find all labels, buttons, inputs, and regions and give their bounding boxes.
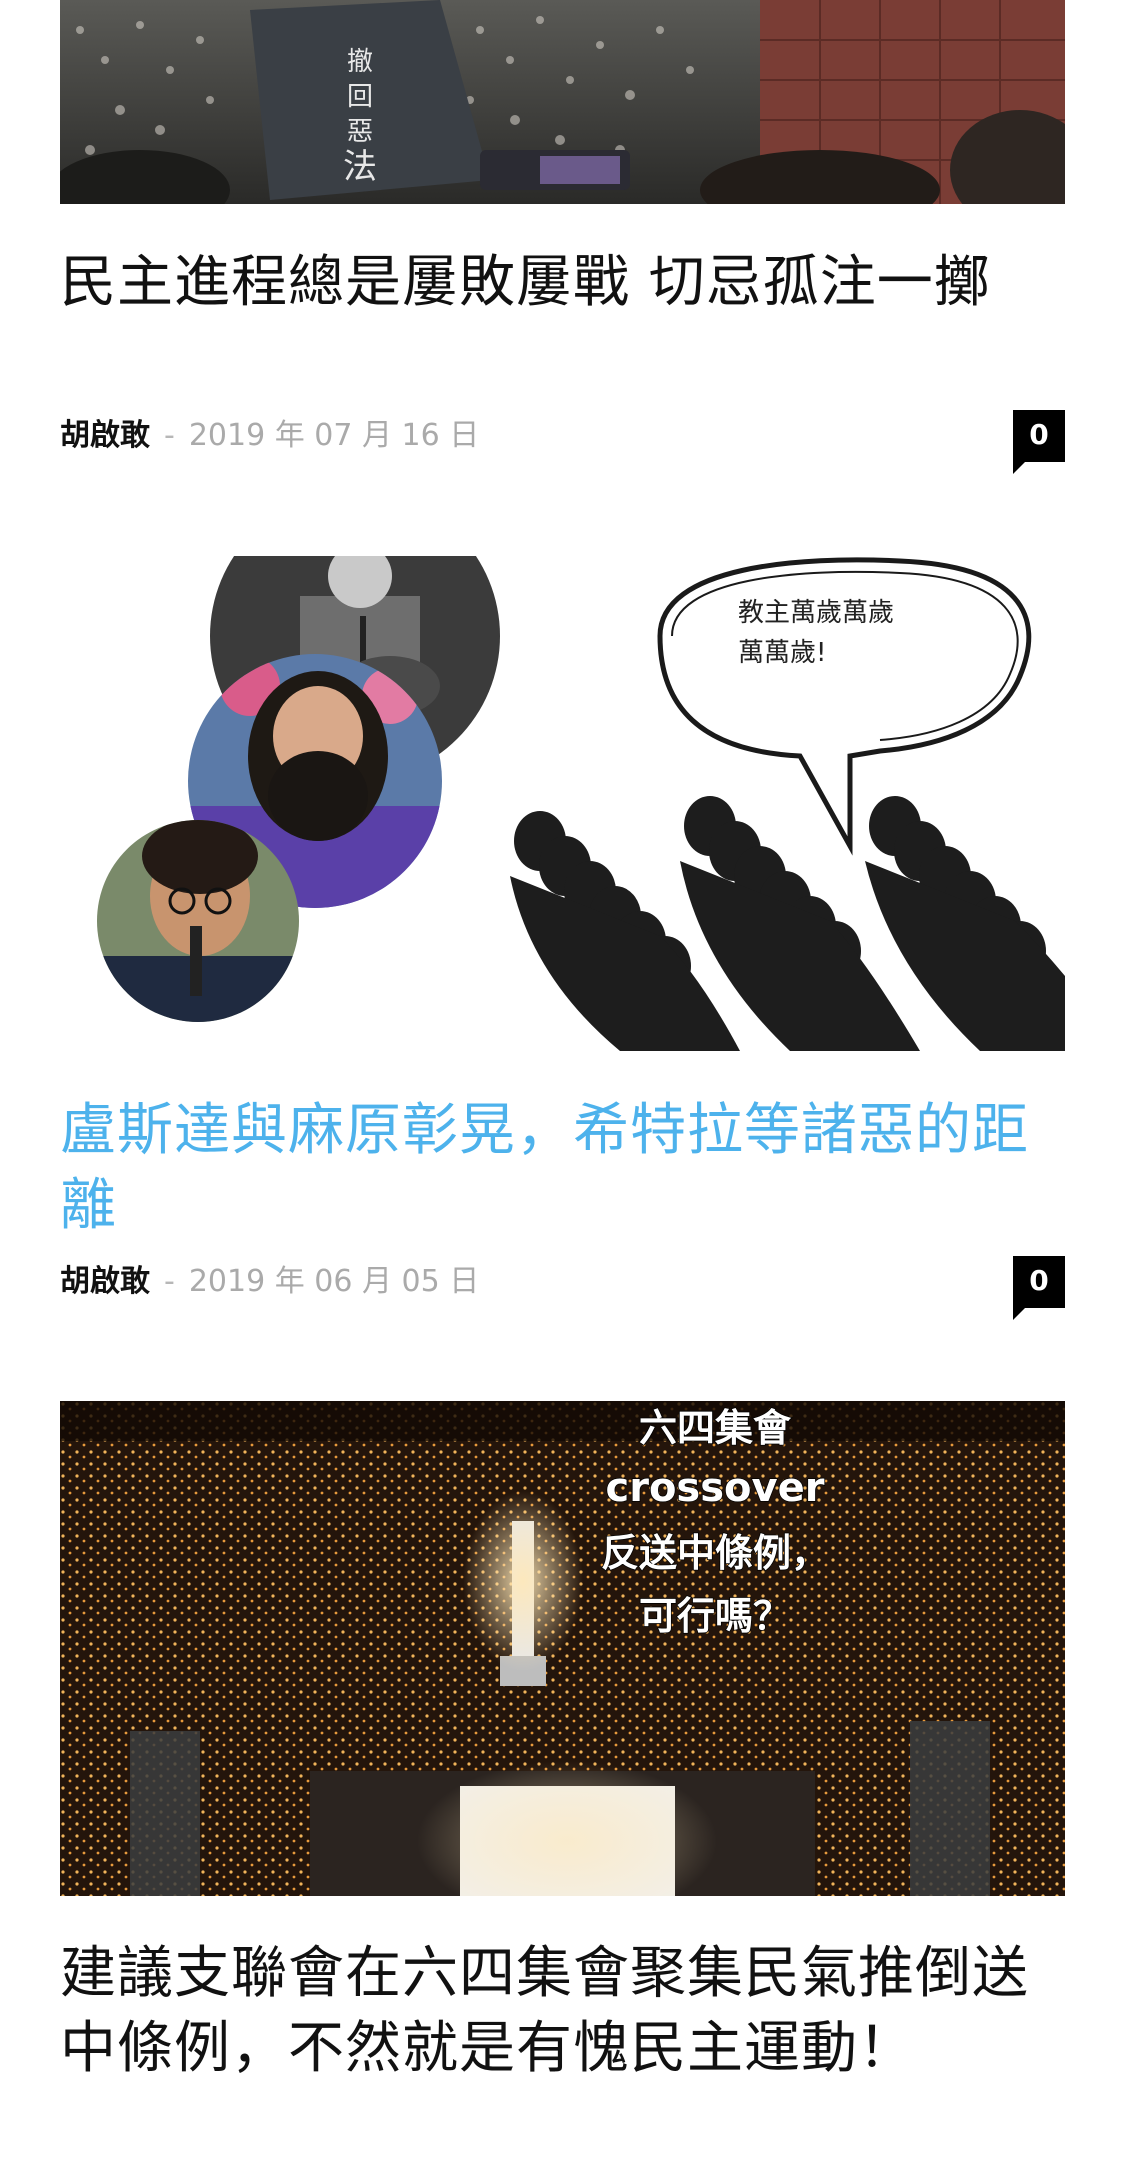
article-meta: 胡啟敢 -2019 年 07 月 16 日 0 — [60, 410, 1065, 474]
vigil-photo: 六四集會 crossover 反送中條例， 可行嗎？ — [60, 1401, 1065, 1896]
svg-text:撤: 撤 — [347, 47, 373, 77]
post-date: 2019 年 06 月 05 日 — [188, 1264, 480, 1299]
author-name[interactable]: 胡啟敢 — [60, 418, 150, 453]
article-card-2: 教主萬歲萬歲 萬萬歲! 盧斯達與麻原彰晃，希特拉等諸惡的距離 胡啟敢 - 201… — [60, 556, 1065, 1336]
image-caption-line: crossover — [606, 1465, 825, 1511]
article-card-3: 六四集會 crossover 反送中條例， 可行嗎？ 建議支聯會在六四集會聚集民… — [60, 1401, 1065, 2183]
article-title[interactable]: 盧斯達與麻原彰晃，希特拉等諸惡的距離 — [60, 1093, 1065, 1243]
image-caption-line: 可行嗎？ — [639, 1594, 791, 1638]
image-caption-line: 六四集會 — [639, 1406, 792, 1450]
author-name[interactable]: 胡啟敢 — [60, 1264, 150, 1299]
meta-separator: - — [164, 1264, 175, 1299]
article-thumbnail[interactable]: 撤 回 惡 法 — [60, 0, 1065, 204]
meta-separator: - — [164, 418, 175, 453]
comment-count-badge[interactable]: 0 — [1013, 410, 1065, 474]
image-caption-line: 反送中條例， — [601, 1531, 829, 1575]
svg-text:回: 回 — [347, 82, 373, 112]
article-title[interactable]: 民主進程總是屢敗屢戰 切忌孤注一擲 — [60, 245, 1065, 320]
article-title[interactable]: 建議支聯會在六四集會聚集民氣推倒送中條例，不然就是有愧民主運動！ — [60, 1936, 1065, 2086]
svg-text:萬萬歲!: 萬萬歲! — [738, 638, 826, 668]
protest-photo: 撤 回 惡 法 — [60, 0, 1065, 204]
post-date: 2019 年 07 月 16 日 — [188, 418, 480, 453]
comment-count-badge[interactable]: 0 — [1013, 1256, 1065, 1320]
svg-text:惡: 惡 — [347, 117, 373, 147]
article-meta: 胡啟敢 -2019 年 06 月 05 日 0 — [60, 1256, 1065, 1320]
svg-text:法: 法 — [343, 147, 377, 187]
cartoon-illustration: 教主萬歲萬歲 萬萬歲! — [97, 556, 1065, 1051]
article-thumbnail[interactable]: 教主萬歲萬歲 萬萬歲! — [60, 556, 1065, 1051]
svg-text:教主萬歲萬歲: 教主萬歲萬歲 — [738, 598, 894, 628]
article-card-1: 撤 回 惡 法 民主進程總是屢敗屢戰 切忌孤注一擲 胡啟敢 -2019 年 07 … — [60, 0, 1065, 474]
article-thumbnail[interactable]: 六四集會 crossover 反送中條例， 可行嗎？ — [60, 1401, 1065, 1896]
